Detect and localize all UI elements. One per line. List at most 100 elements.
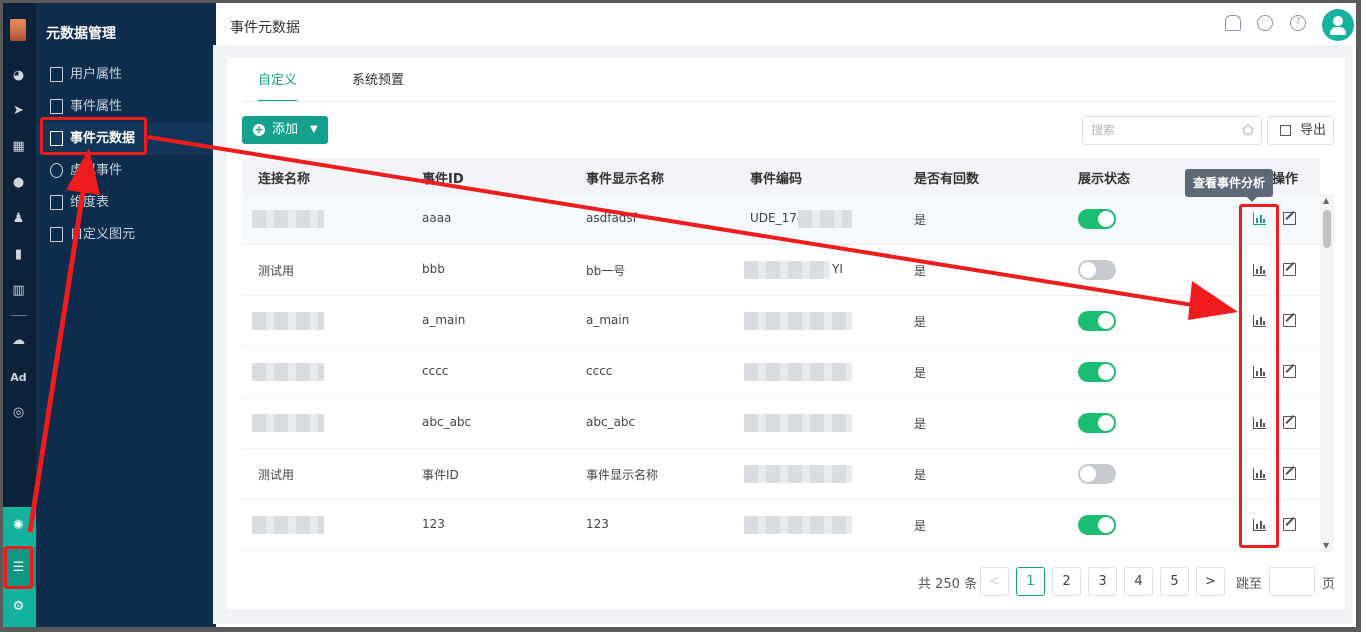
- tab-system-preset[interactable]: 系统预置: [352, 70, 404, 102]
- has-callback: 是: [914, 519, 927, 533]
- display-status-toggle[interactable]: [1078, 260, 1116, 280]
- display-status-toggle[interactable]: [1078, 413, 1116, 433]
- pagination-total: 共 250 条: [918, 577, 978, 592]
- has-callback: 是: [914, 315, 927, 329]
- page-button-2[interactable]: 2: [1052, 567, 1081, 596]
- page-button-5[interactable]: 5: [1160, 567, 1189, 596]
- bell-icon[interactable]: [1225, 15, 1241, 31]
- has-callback: 是: [914, 366, 927, 380]
- sidebar-item-label: 用户属性: [70, 67, 123, 82]
- scroll-up-icon[interactable]: ▲: [1323, 196, 1329, 205]
- jump-page-input[interactable]: [1269, 567, 1315, 596]
- event-id: cccc: [422, 364, 449, 378]
- sidebar-item-label: 自定义图元: [70, 227, 136, 242]
- sidebar-item-label: 事件属性: [70, 99, 123, 114]
- tab-custom[interactable]: 自定义: [258, 70, 298, 102]
- has-callback: 是: [914, 417, 927, 431]
- table-row[interactable]: 测试用 事件ID 事件显示名称 是: [242, 449, 1320, 500]
- users-icon[interactable]: ♟: [10, 210, 27, 227]
- ad-icon[interactable]: Ad: [10, 369, 27, 386]
- send-icon[interactable]: ➤: [10, 102, 27, 119]
- table-row[interactable]: 测试用 bbb bb一号 YI 是: [242, 245, 1320, 296]
- table-row[interactable]: abc_abc abc_abc 是: [242, 398, 1320, 449]
- next-page-button[interactable]: >: [1196, 567, 1225, 596]
- layout-icon[interactable]: ▦: [10, 138, 27, 155]
- display-name: bb一号: [586, 264, 626, 278]
- sidebar-menu: 元数据管理 用户属性 事件属性 事件元数据 虚拟事件 维度表 自定义图元: [36, 3, 216, 627]
- page-button-4[interactable]: 4: [1124, 567, 1153, 596]
- display-name: 事件显示名称: [586, 468, 659, 482]
- event-id: aaaa: [422, 211, 452, 225]
- table-row[interactable]: cccc cccc 是: [242, 347, 1320, 398]
- document-icon: [50, 67, 63, 82]
- annotation-box-actions: [1239, 204, 1279, 548]
- hub-icon[interactable]: ✺: [10, 517, 27, 534]
- event-id: abc_abc: [422, 415, 472, 429]
- scroll-down-icon[interactable]: ▼: [1323, 541, 1329, 550]
- table-row[interactable]: 123 123 是: [242, 500, 1320, 551]
- table-scrollbar[interactable]: ▲ ▼: [1320, 194, 1334, 552]
- event-id: 123: [422, 517, 445, 531]
- search-input[interactable]: 搜索: [1082, 116, 1262, 145]
- display-status-toggle[interactable]: [1078, 209, 1116, 229]
- edit-icon[interactable]: [1283, 263, 1296, 276]
- user-avatar[interactable]: [1322, 9, 1354, 41]
- sidebar-item-user-properties[interactable]: 用户属性: [36, 59, 216, 91]
- display-status-toggle[interactable]: [1078, 362, 1116, 382]
- redacted-code: [744, 312, 852, 330]
- display-status-toggle[interactable]: [1078, 515, 1116, 535]
- help-icon[interactable]: ?: [1290, 15, 1306, 31]
- redacted-code: [744, 516, 852, 534]
- target-icon[interactable]: ◎: [10, 404, 27, 421]
- redacted-name: [252, 312, 324, 330]
- page-button-1[interactable]: 1: [1016, 567, 1045, 596]
- display-name: 123: [586, 517, 609, 531]
- wechat-icon[interactable]: ☁: [10, 332, 27, 349]
- edit-icon[interactable]: [1283, 518, 1296, 531]
- prev-page-button[interactable]: <: [980, 567, 1009, 596]
- chat-icon[interactable]: ···: [1257, 15, 1273, 31]
- table-row[interactable]: aaaa asdfadsf UDE_174 是: [242, 194, 1320, 245]
- bookmark-icon[interactable]: ▮: [10, 246, 27, 263]
- redacted-name: [252, 516, 324, 534]
- export-icon: [1280, 125, 1291, 136]
- edit-icon[interactable]: [1283, 365, 1296, 378]
- has-callback: 是: [914, 468, 927, 482]
- redacted-code: [798, 210, 852, 228]
- display-name: asdfadsf: [586, 211, 637, 225]
- toggle-knob: [1098, 211, 1114, 227]
- redacted-name: [252, 363, 324, 381]
- dashboard-icon[interactable]: ◕: [10, 67, 27, 84]
- export-button-label: 导出: [1300, 123, 1327, 138]
- sidebar-item-custom-elements[interactable]: 自定义图元: [36, 219, 216, 251]
- redacted-name: [252, 210, 324, 228]
- add-button-label: 添加: [272, 122, 299, 137]
- has-callback: 是: [914, 264, 927, 278]
- export-button[interactable]: 导出: [1267, 116, 1334, 145]
- settings-icon[interactable]: ⚙: [10, 598, 27, 615]
- edit-icon[interactable]: [1283, 416, 1296, 429]
- event-code: YI: [832, 262, 843, 276]
- icon-rail: ◕ ➤ ▦ ● ♟ ▮ ▥ ☁ Ad ◎ ✺ ☰ ⚙: [3, 3, 36, 627]
- page-title: 事件元数据: [230, 20, 300, 36]
- scroll-thumb[interactable]: [1323, 210, 1331, 248]
- chevron-down-icon: ▼: [310, 124, 318, 135]
- page-unit-label: 页: [1322, 577, 1336, 592]
- bar-chart-icon[interactable]: ▥: [10, 282, 27, 299]
- edit-icon[interactable]: [1283, 212, 1296, 225]
- user-icon[interactable]: ●: [10, 174, 27, 191]
- column-header: 操作: [1272, 172, 1299, 187]
- display-name: cccc: [586, 364, 613, 378]
- add-button[interactable]: + 添加 ▼: [242, 116, 328, 144]
- sidebar-item-virtual-events[interactable]: 虚拟事件: [36, 155, 216, 187]
- edit-icon[interactable]: [1283, 467, 1296, 480]
- table-row[interactable]: a_main a_main 是: [242, 296, 1320, 347]
- display-status-toggle[interactable]: [1078, 464, 1116, 484]
- display-status-toggle[interactable]: [1078, 311, 1116, 331]
- sidebar-item-dimension-table[interactable]: 维度表: [36, 187, 216, 219]
- event-id: a_main: [422, 313, 466, 327]
- toggle-knob: [1080, 466, 1096, 482]
- edit-icon[interactable]: [1283, 314, 1296, 327]
- column-header: 事件编码: [750, 172, 803, 187]
- page-button-3[interactable]: 3: [1088, 567, 1117, 596]
